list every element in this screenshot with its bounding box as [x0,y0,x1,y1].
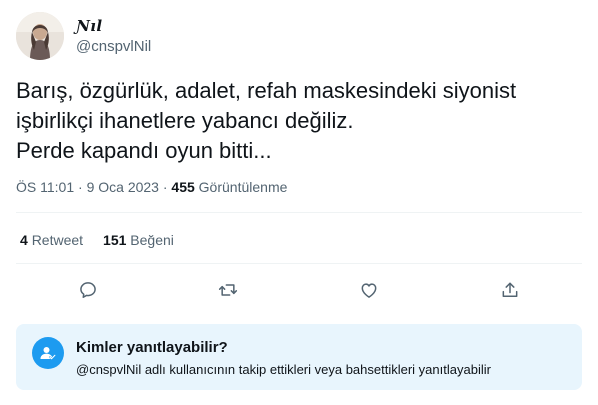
share-icon [502,282,518,297]
person-check-icon [32,337,64,369]
tweet-text-line: Perde kapandı oyun bitti... [16,138,272,163]
reply-restriction-subtitle: @cnspvlNil adlı kullanıcının takip ettik… [76,362,491,377]
retweets-label: Retweet [31,232,84,248]
tweet-text-line: Barış, özgürlük, adalet, refah maskesind… [16,78,517,103]
avatar[interactable] [16,12,64,60]
avatar-photo [16,12,64,60]
likes-stat[interactable]: 151 Beğeni [103,230,174,250]
reply-icon [80,282,96,298]
views-count: 455 [171,179,195,195]
views-label: Görüntülenme [198,179,288,195]
tweet-header: Ɲıl @cnspvlNil [16,12,151,60]
author-handle[interactable]: @cnspvlNil [76,37,151,57]
tweet-meta: ÖS 11:01 · 9 Oca 2023 · 455 Görüntülenme [16,177,287,197]
divider [16,212,582,213]
retweet-button[interactable] [216,278,240,302]
tweet-time[interactable]: ÖS 11:01 [16,179,74,195]
reply-restriction-notice: Kimler yanıtlayabilir? @cnspvlNil adlı k… [16,324,582,390]
tweet-text-line: işbirlikçi ihanetlere yabancı değiliz. [16,108,354,133]
like-icon [361,283,377,298]
likes-label: Beğeni [130,232,174,248]
tweet-actions [0,276,598,304]
meta-separator: · [78,179,83,195]
share-button[interactable] [498,278,522,302]
tweet-stats: 4 Retweet 151 Beğeni [20,230,174,250]
retweets-stat[interactable]: 4 Retweet [20,230,83,250]
reply-restriction-title: Kimler yanıtlayabilir? [76,339,228,356]
divider [16,263,582,264]
retweet-icon [218,284,238,296]
tweet-date[interactable]: 9 Oca 2023 [87,179,159,195]
author-display-name[interactable]: Ɲıl [76,16,151,36]
reply-button[interactable] [76,278,100,302]
meta-separator: · [162,179,168,195]
likes-count: 151 [103,232,127,248]
tweet-text: Barış, özgürlük, adalet, refah maskesind… [16,76,582,166]
retweets-count: 4 [20,232,28,248]
like-button[interactable] [357,278,381,302]
